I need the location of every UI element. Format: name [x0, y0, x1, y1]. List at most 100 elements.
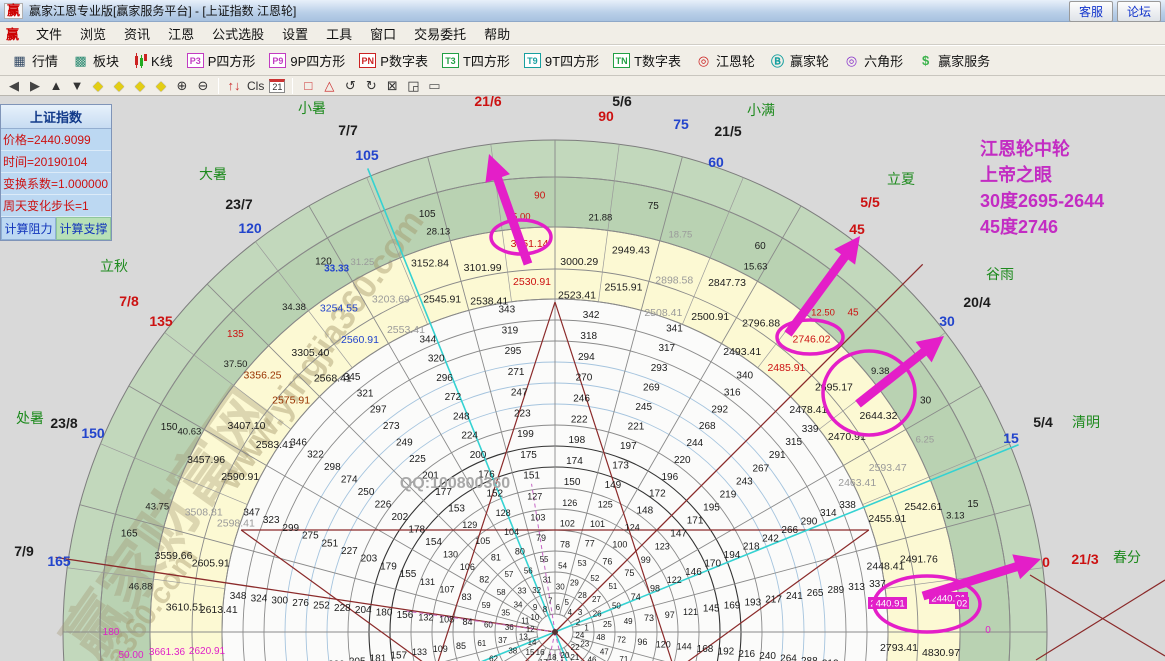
step-up-icon[interactable]: ◆	[130, 77, 150, 95]
spiral-number: 33	[518, 587, 527, 596]
price-label-outer: 2746.02	[793, 334, 831, 346]
step-down-icon[interactable]: ◆	[151, 77, 171, 95]
gann-wheel-icon: ◎	[697, 52, 710, 68]
toolbar-item-9p-square[interactable]: P9 9P四方形	[262, 48, 352, 73]
spiral-number: 338	[839, 500, 856, 511]
shape-square-icon[interactable]: □	[298, 77, 318, 95]
menu-item[interactable]: 窗口	[361, 22, 405, 45]
menu-item[interactable]: 资讯	[115, 22, 159, 45]
zoom-in-icon[interactable]: ⊕	[172, 77, 192, 95]
solar-term-label: 小满	[747, 102, 775, 118]
calendar-icon[interactable]: 21	[267, 77, 287, 95]
menu-item[interactable]: 交易委托	[405, 22, 475, 45]
spiral-number: 319	[502, 325, 519, 336]
rotate-ccw-icon[interactable]: ↺	[340, 77, 360, 95]
spiral-number: 273	[383, 421, 400, 432]
app-logo-icon: 赢	[4, 2, 24, 19]
price-label-inner: 2590.91	[221, 471, 259, 483]
price-label-inner: 2508.41	[644, 307, 682, 319]
9t-square-icon: T9	[523, 53, 541, 68]
toolbar-label: T数字表	[634, 54, 682, 69]
customer-service-button[interactable]: 客服	[1068, 1, 1113, 22]
toolbar-item-winner-wheel[interactable]: Ⓑ 赢家轮	[762, 48, 836, 73]
menu-item[interactable]: 公式选股	[203, 22, 273, 45]
forum-button[interactable]: 论坛	[1116, 1, 1161, 22]
step-left-icon[interactable]: ◆	[88, 77, 108, 95]
angle-label: 135	[227, 329, 244, 340]
spiral-number: 9	[533, 603, 538, 612]
nav-left-icon[interactable]: ◀	[4, 77, 24, 95]
spiral-number: 29	[570, 579, 579, 588]
toolbar-item-t-table[interactable]: TN T数字表	[606, 48, 688, 73]
t-table-icon: TN	[613, 53, 631, 68]
nav-up-icon[interactable]: ▲	[46, 77, 66, 95]
spiral-number: 198	[569, 435, 586, 446]
cls-button-button[interactable]: Cls	[245, 77, 266, 95]
shift-updown-icon[interactable]: ↑↓	[224, 77, 244, 95]
menu-item[interactable]: 浏览	[71, 22, 115, 45]
spiral-number: 62	[489, 655, 498, 661]
spiral-number: 180	[376, 608, 393, 619]
zoom-out-icon[interactable]: ⊖	[193, 77, 213, 95]
toolbar-label: P数字表	[380, 54, 428, 69]
spiral-number: 80	[515, 546, 525, 556]
degree-label: 15.63	[744, 261, 768, 272]
step-right-icon[interactable]: ◆	[109, 77, 129, 95]
toolbar-item-sectors[interactable]: ▩ 板块	[65, 48, 126, 73]
instrument-panel: 上证指数 价格=2440.9099 时间=20190104 变换系数=1.000…	[0, 104, 112, 241]
toolbar-item-9t-square[interactable]: T9 9T四方形	[517, 48, 606, 73]
rim-degree-label: 0	[1042, 554, 1050, 570]
calc-support-button[interactable]: 计算支撑	[56, 217, 111, 240]
solar-term-label: 立秋	[100, 258, 128, 274]
spiral-number: 74	[631, 592, 641, 602]
spiral-number: 169	[724, 601, 741, 612]
special-label: 180	[103, 627, 120, 638]
price-label-outer: 3407.10	[228, 420, 266, 432]
rotate-cw-icon[interactable]: ↻	[361, 77, 381, 95]
toolbar-label: K线	[151, 54, 173, 69]
spiral-number: 316	[724, 387, 741, 398]
menu-item[interactable]: 江恩	[159, 22, 203, 45]
shape-triangle-icon[interactable]: △	[319, 77, 339, 95]
angle-label: 60	[755, 241, 767, 252]
spiral-number: 101	[590, 519, 605, 529]
price-value: 价格=2440.9099	[1, 129, 111, 151]
spiral-number: 77	[585, 539, 595, 549]
spiral-number: 295	[505, 346, 522, 357]
toolbar-item-kline[interactable]: K线	[126, 48, 180, 73]
solar-term-label: 谷雨	[986, 266, 1014, 282]
toolbar-item-winner-service[interactable]: $ 赢家服务	[910, 48, 997, 73]
menu-item[interactable]: 工具	[317, 22, 361, 45]
toolbar-item-quotes[interactable]: ▦ 行情	[4, 48, 65, 73]
spiral-number: 107	[440, 584, 455, 594]
screen-icon[interactable]: ▭	[424, 77, 444, 95]
spiral-number: 290	[801, 517, 818, 528]
toolbar-label: 9P四方形	[290, 54, 346, 69]
spiral-number: 340	[736, 371, 753, 382]
nav-down-icon[interactable]: ▼	[67, 77, 87, 95]
spiral-number: 274	[341, 475, 358, 486]
spiral-number: 83	[462, 592, 472, 602]
toolbar-item-p-table[interactable]: PN P数字表	[352, 48, 435, 73]
spiral-number: 251	[321, 538, 338, 549]
spiral-number: 104	[504, 527, 519, 537]
spiral-number: 127	[527, 492, 542, 502]
menu-item[interactable]: 帮助	[475, 22, 519, 45]
annotation-line: 上帝之眼	[980, 165, 1052, 185]
spiral-number: 298	[324, 462, 341, 473]
nav-right-icon[interactable]: ▶	[25, 77, 45, 95]
spiral-number: 150	[564, 477, 581, 488]
rim-date-label: 5/5	[860, 194, 880, 210]
toolbar-item-p-square[interactable]: P3 P四方形	[180, 48, 263, 73]
calc-resistance-button[interactable]: 计算阻力	[1, 217, 56, 240]
toolbar-item-hexagon[interactable]: ◎ 六角形	[836, 48, 910, 73]
fit-view-icon[interactable]: ◲	[403, 77, 423, 95]
spiral-number: 82	[479, 575, 489, 585]
menu-item[interactable]: 设置	[273, 22, 317, 45]
menu-item[interactable]: 文件	[27, 22, 71, 45]
toolbar-item-gann-wheel[interactable]: ◎ 江恩轮	[688, 48, 762, 73]
toolbar-item-t-square[interactable]: T3 T四方形	[435, 48, 517, 73]
spiral-number: 50	[612, 601, 621, 610]
spiral-number: 1	[584, 623, 589, 632]
close-box-icon[interactable]: ⊠	[382, 77, 402, 95]
